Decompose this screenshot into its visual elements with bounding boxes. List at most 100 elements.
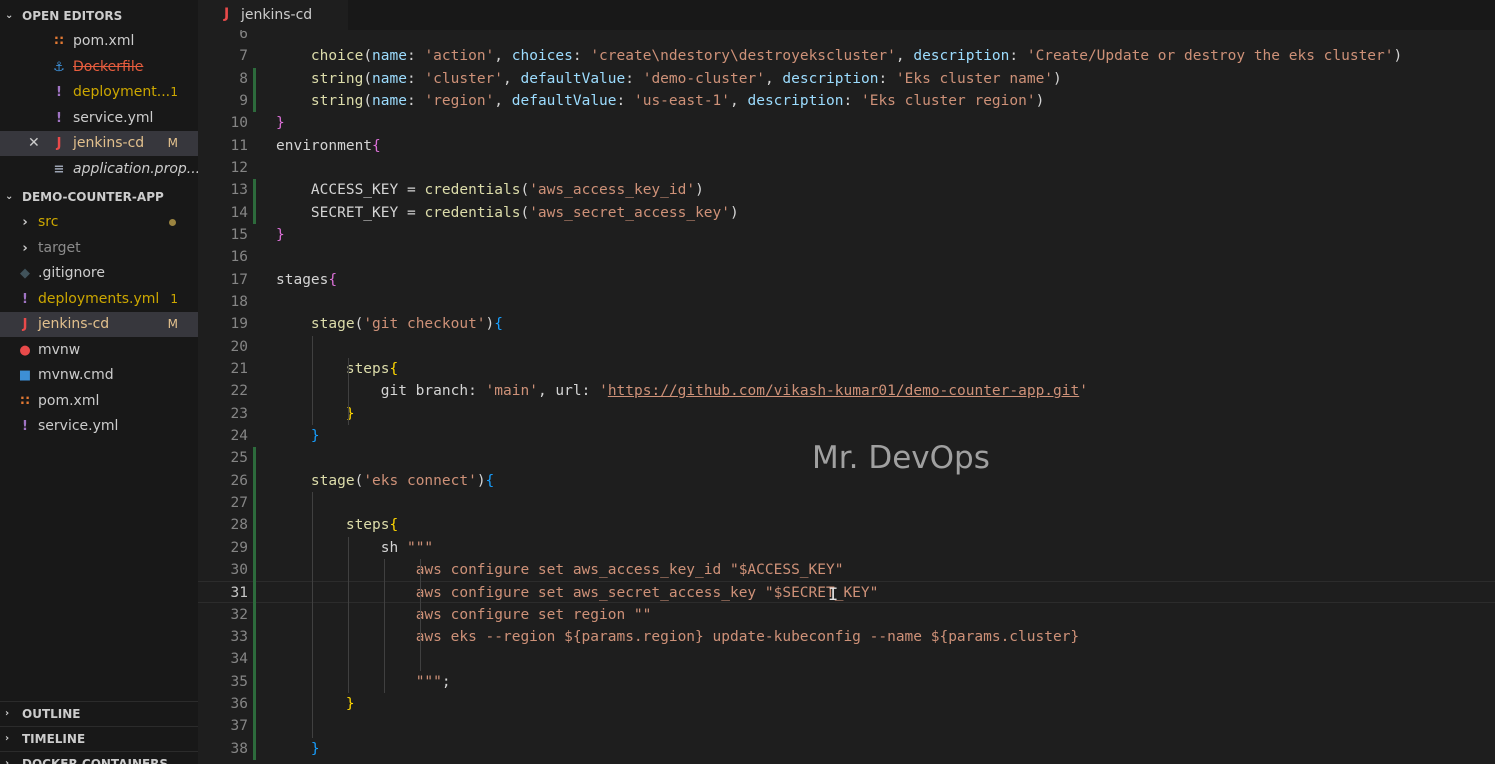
git-change-bar bbox=[253, 447, 256, 760]
open-editor-item[interactable]: ≡ application.prop... bbox=[0, 157, 198, 182]
file-item[interactable]: ∷ pom.xml bbox=[0, 389, 198, 414]
code-line[interactable]: 37 bbox=[198, 715, 1495, 737]
status-badge: 1 bbox=[170, 85, 178, 99]
code-token: git branch bbox=[380, 383, 469, 400]
code-line[interactable]: 9 string(name: 'region', defaultValue: '… bbox=[198, 90, 1495, 112]
editor-tab-bar: J jenkins-cd bbox=[198, 0, 1495, 30]
code-line[interactable]: 20 bbox=[198, 336, 1495, 358]
file-item[interactable]: ■ mvnw.cmd bbox=[0, 363, 198, 388]
code-line[interactable]: 8 string(name: 'cluster', defaultValue: … bbox=[198, 68, 1495, 90]
open-editor-item[interactable]: ✕ Jjenkins-cd M bbox=[0, 131, 198, 156]
code-line[interactable]: 29 sh """ bbox=[198, 537, 1495, 559]
code-line[interactable]: 16 bbox=[198, 246, 1495, 268]
code-line[interactable]: 17 stages{ bbox=[198, 269, 1495, 291]
chevron-right-icon: › bbox=[5, 708, 10, 719]
close-icon[interactable]: ✕ bbox=[28, 131, 40, 156]
code-token: , bbox=[730, 92, 748, 109]
file-item[interactable]: ● mvnw bbox=[0, 338, 198, 363]
code-token: ) bbox=[1393, 48, 1403, 65]
line-number: 18 bbox=[230, 293, 248, 310]
project-title: DEMO-COUNTER-APP bbox=[22, 190, 164, 204]
open-editor-item[interactable]: ! service.yml bbox=[0, 106, 198, 131]
tab-jenkins-cd[interactable]: J jenkins-cd bbox=[198, 0, 348, 30]
code-token: , bbox=[494, 48, 512, 65]
open-editor-item[interactable]: ⚓ Dockerfile bbox=[0, 55, 198, 80]
code-token: ( bbox=[363, 48, 373, 65]
line-number: 14 bbox=[230, 204, 248, 221]
code-token: : bbox=[843, 92, 861, 109]
code-text: SECRET_KEY = credentials('aws_secret_acc… bbox=[276, 202, 739, 224]
code-line[interactable]: 34 bbox=[198, 648, 1495, 670]
code-line[interactable]: 32 aws configure set region "" bbox=[198, 604, 1495, 626]
file-item[interactable]: Jjenkins-cd M bbox=[0, 312, 198, 337]
code-line[interactable]: 12 bbox=[198, 157, 1495, 179]
chevron-down-icon: ⌄ bbox=[5, 10, 14, 21]
code-token: 'create\ndestory\destroyekscluster' bbox=[590, 48, 896, 65]
code-text: aws configure set region "" bbox=[276, 604, 652, 626]
git-change-bar bbox=[253, 179, 256, 224]
code-line[interactable]: 33 aws eks --region ${params.region} upd… bbox=[198, 626, 1495, 648]
line-number: 13 bbox=[230, 182, 248, 199]
timeline-header[interactable]: › TIMELINE bbox=[0, 726, 198, 751]
code-line[interactable]: 28 steps{ bbox=[198, 514, 1495, 536]
code-line[interactable]: 14 SECRET_KEY = credentials('aws_secret_… bbox=[198, 202, 1495, 224]
open-editor-item[interactable]: ! deployment... 1 bbox=[0, 80, 198, 105]
code-line[interactable]: 10} bbox=[198, 112, 1495, 134]
code-token: stages bbox=[276, 271, 329, 288]
file-item[interactable]: › src bbox=[0, 210, 198, 235]
file-item[interactable]: ! deployments.yml 1 bbox=[0, 287, 198, 312]
file-name: application.prop... bbox=[73, 160, 198, 177]
outline-header[interactable]: › OUTLINE bbox=[0, 701, 198, 726]
code-line[interactable]: 36 } bbox=[198, 693, 1495, 715]
file-item[interactable]: ◆ .gitignore bbox=[0, 261, 198, 286]
timeline-title: TIMELINE bbox=[22, 732, 86, 746]
code-token: aws eks --region ${params.region} update… bbox=[415, 628, 1080, 645]
code-line[interactable]: 15} bbox=[198, 224, 1495, 246]
open-editors-title: OPEN EDITORS bbox=[22, 9, 123, 23]
docker-containers-header[interactable]: › DOCKER CONTAINERS bbox=[0, 751, 198, 764]
code-line[interactable]: 38 } bbox=[198, 738, 1495, 760]
line-number: 29 bbox=[230, 539, 248, 556]
code-line[interactable]: 23 } bbox=[198, 403, 1495, 425]
code-editor[interactable]: 67 choice(name: 'action', choices: 'crea… bbox=[198, 30, 1495, 764]
code-line[interactable]: 22 git branch: 'main', url: 'https://git… bbox=[198, 380, 1495, 402]
windows-icon: ■ bbox=[18, 368, 32, 383]
line-number: 35 bbox=[230, 673, 248, 690]
code-line[interactable]: 31 aws configure set aws_secret_access_k… bbox=[198, 581, 1495, 604]
code-token: ) bbox=[476, 472, 486, 489]
code-line[interactable]: 13 ACCESS_KEY = credentials('aws_access_… bbox=[198, 179, 1495, 201]
code-line[interactable]: 19 stage('git checkout'){ bbox=[198, 313, 1495, 335]
code-text: steps{ bbox=[276, 358, 398, 380]
code-text: string(name: 'cluster', defaultValue: 'd… bbox=[276, 68, 1062, 90]
code-line[interactable]: 18 bbox=[198, 291, 1495, 313]
code-token: ( bbox=[354, 472, 364, 489]
code-token: 'us-east-1' bbox=[633, 92, 731, 109]
code-line[interactable]: 7 choice(name: 'action', choices: 'creat… bbox=[198, 45, 1495, 67]
code-token: ( bbox=[520, 204, 530, 221]
project-header[interactable]: ⌄ DEMO-COUNTER-APP bbox=[0, 185, 198, 209]
code-line[interactable]: 27 bbox=[198, 492, 1495, 514]
code-token: : bbox=[572, 48, 591, 65]
code-token: = bbox=[398, 182, 425, 199]
file-item[interactable]: ! service.yml bbox=[0, 414, 198, 439]
code-token: 'aws_access_key_id' bbox=[529, 182, 696, 199]
open-editor-item[interactable]: ∷ pom.xml bbox=[0, 29, 198, 54]
git-change-bar bbox=[253, 67, 256, 113]
code-line[interactable]: 35 """; bbox=[198, 671, 1495, 693]
file-item[interactable]: › target bbox=[0, 236, 198, 261]
code-token: { bbox=[494, 316, 503, 333]
exclamation-icon: ! bbox=[56, 110, 62, 126]
code-line[interactable]: 30 aws configure set aws_access_key_id "… bbox=[198, 559, 1495, 581]
code-token: """ bbox=[406, 539, 434, 556]
code-line[interactable]: 39 bbox=[198, 760, 1495, 764]
open-editors-header[interactable]: ⌄ OPEN EDITORS bbox=[0, 4, 198, 28]
code-line[interactable]: 11 environment{ bbox=[198, 135, 1495, 157]
jenkins-icon: J bbox=[22, 317, 28, 332]
code-line[interactable]: 21 steps{ bbox=[198, 358, 1495, 380]
code-line[interactable]: 6 bbox=[198, 30, 1495, 45]
